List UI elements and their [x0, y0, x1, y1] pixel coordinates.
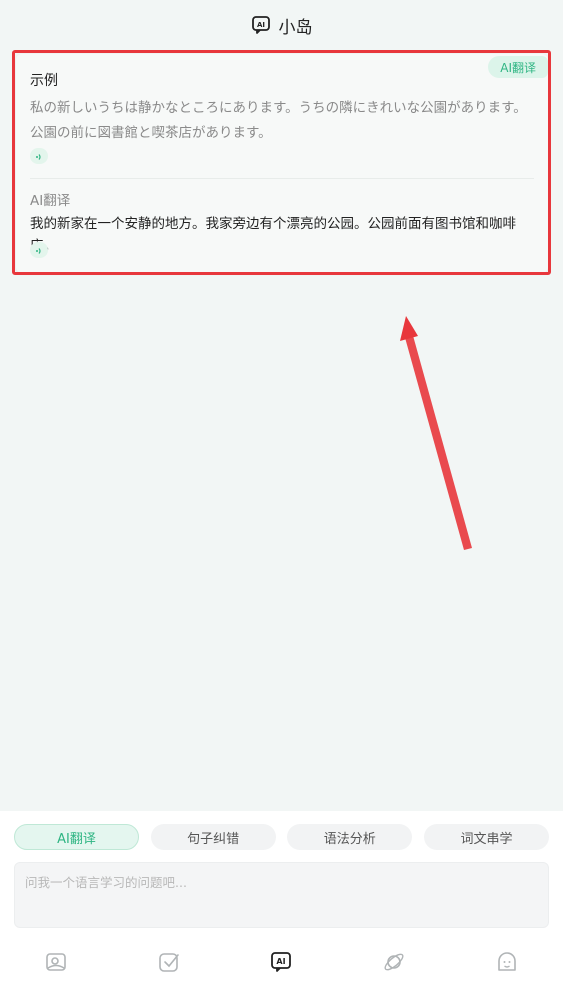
ai-translation-label: AI翻译 — [30, 193, 71, 209]
svg-text:AI: AI — [277, 957, 286, 966]
photo-icon — [44, 950, 68, 978]
speaker-icon — [34, 241, 44, 260]
bottom-tab-bar: AI — [0, 946, 563, 982]
question-input-box[interactable] — [14, 862, 549, 928]
planet-icon — [382, 950, 406, 978]
bottom-panel: AI翻译 句子纠错 语法分析 词文串学 问我一个语言学习的问题吧... AI — [0, 811, 563, 983]
translation-card: AI翻译 示例 私の新しいうちは静かなところにあります。うちの隣にきれいな公園が… — [16, 54, 548, 273]
divider — [30, 178, 534, 179]
ai-chat-icon: AI — [251, 15, 271, 35]
face-icon — [495, 950, 519, 978]
chip-sentence-correction[interactable]: 句子纠错 — [150, 824, 276, 850]
japanese-example-text: 私の新しいうちは静かなところにあります。うちの隣にきれいな公園があります。公園の… — [30, 100, 527, 141]
tab-profile[interactable] — [487, 946, 527, 982]
tab-explore[interactable] — [374, 946, 414, 982]
example-label: 示例 — [30, 73, 58, 89]
chip-word-text-learning[interactable]: 词文串学 — [423, 824, 549, 850]
play-audio-button[interactable] — [30, 148, 48, 164]
checkbox-icon — [157, 950, 181, 978]
speaker-icon — [34, 147, 44, 166]
ai-translate-badge: AI翻译 — [488, 56, 548, 78]
svg-text:AI: AI — [256, 21, 264, 29]
question-input[interactable] — [25, 875, 538, 890]
page-header: AI 小岛 — [0, 0, 563, 50]
chip-ai-translate[interactable]: AI翻译 — [14, 824, 139, 850]
tab-photo[interactable] — [36, 946, 76, 982]
tab-practice[interactable] — [149, 946, 189, 982]
chinese-translation-text: 我的新家在一个安静的地方。我家旁边有个漂亮的公园。公园前面有图书馆和咖啡店。 — [30, 216, 516, 254]
chip-grammar-analysis[interactable]: 语法分析 — [287, 824, 413, 850]
quick-action-chips: AI翻译 句子纠错 语法分析 词文串学 — [14, 824, 549, 850]
ai-chat-icon: AI — [269, 950, 293, 978]
tab-ai-chat[interactable]: AI — [261, 946, 301, 982]
play-audio-button[interactable] — [30, 242, 48, 258]
page-title: 小岛 — [278, 17, 313, 38]
